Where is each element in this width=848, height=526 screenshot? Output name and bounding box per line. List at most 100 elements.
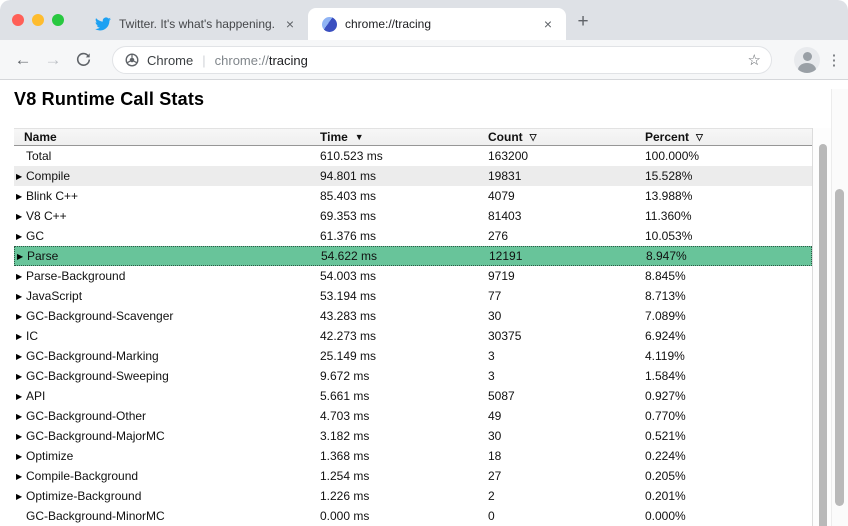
row-count: 18	[488, 449, 645, 463]
row-name: Blink C++	[26, 189, 78, 203]
browser-menu-icon[interactable]: ⋮	[826, 51, 842, 69]
table-row[interactable]: ▶GC-Background-Sweeping9.672 ms31.584%	[14, 366, 812, 386]
table-row[interactable]: ▶Blink C++85.403 ms407913.988%	[14, 186, 812, 206]
row-name: GC	[26, 229, 44, 243]
expand-triangle-icon[interactable]: ▶	[14, 312, 26, 321]
address-bar[interactable]: Chrome | chrome:// tracing ☆	[112, 46, 772, 74]
row-count: 3	[488, 369, 645, 383]
table-row[interactable]: ▶Parse54.622 ms121918.947%	[14, 246, 812, 266]
expand-triangle-icon[interactable]: ▶	[14, 212, 26, 221]
table-row[interactable]: ▶GC-Background-MajorMC3.182 ms300.521%	[14, 426, 812, 446]
expand-triangle-icon[interactable]: ▶	[14, 272, 26, 281]
reload-button[interactable]	[68, 52, 98, 67]
row-percent: 15.528%	[645, 169, 812, 183]
table-scrollbar-thumb[interactable]	[819, 144, 827, 526]
table-row[interactable]: ▶Optimize-Background1.226 ms20.201%	[14, 486, 812, 506]
expand-triangle-icon[interactable]: ▶	[14, 452, 26, 461]
row-time: 1.226 ms	[320, 489, 488, 503]
row-count: 77	[488, 289, 645, 303]
back-button[interactable]: ←	[8, 50, 38, 70]
expand-triangle-icon[interactable]: ▶	[14, 472, 26, 481]
row-name: JavaScript	[26, 289, 82, 303]
expand-triangle-icon[interactable]: ▶	[14, 172, 26, 181]
table-row[interactable]: ▶Compile94.801 ms1983115.528%	[14, 166, 812, 186]
table-row[interactable]: ▶GC-Background-Scavenger43.283 ms307.089…	[14, 306, 812, 326]
row-name: IC	[26, 329, 38, 343]
tracing-favicon	[322, 17, 337, 32]
row-name: Total	[26, 149, 51, 163]
expand-triangle-icon[interactable]: ▶	[14, 292, 26, 301]
table-row[interactable]: ▶V8 C++69.353 ms8140311.360%	[14, 206, 812, 226]
expand-triangle-icon[interactable]: ▶	[14, 232, 26, 241]
row-count: 30	[488, 309, 645, 323]
row-percent: 100.000%	[645, 149, 812, 163]
expand-triangle-icon[interactable]: ▶	[14, 332, 26, 341]
table-row[interactable]: ▶IC42.273 ms303756.924%	[14, 326, 812, 346]
table-row[interactable]: ▶GC61.376 ms27610.053%	[14, 226, 812, 246]
expand-triangle-icon[interactable]: ▶	[15, 252, 27, 261]
expand-triangle-icon[interactable]: ▶	[14, 432, 26, 441]
page-scrollbar-thumb[interactable]	[835, 189, 844, 506]
table-row[interactable]: ▶Optimize1.368 ms180.224%	[14, 446, 812, 466]
row-percent: 10.053%	[645, 229, 812, 243]
expand-triangle-icon[interactable]: ▶	[14, 412, 26, 421]
zoom-window-button[interactable]	[52, 14, 64, 26]
row-percent: 1.584%	[645, 369, 812, 383]
table-row[interactable]: GC-Background-MinorMC0.000 ms00.000%	[14, 506, 812, 526]
bookmark-star-icon[interactable]: ☆	[748, 51, 761, 69]
sort-icon: ▽	[696, 132, 703, 142]
sort-icon: ▽	[530, 132, 537, 142]
row-time: 3.182 ms	[320, 429, 488, 443]
minimize-window-button[interactable]	[32, 14, 44, 26]
table-row[interactable]: ▶GC-Background-Other4.703 ms490.770%	[14, 406, 812, 426]
profile-avatar[interactable]	[794, 47, 820, 73]
table-row[interactable]: ▶API5.661 ms50870.927%	[14, 386, 812, 406]
row-count: 2	[488, 489, 645, 503]
row-count: 27	[488, 469, 645, 483]
table-row[interactable]: ▶JavaScript53.194 ms778.713%	[14, 286, 812, 306]
table-row[interactable]: ▶Compile-Background1.254 ms270.205%	[14, 466, 812, 486]
url-path: tracing	[269, 53, 308, 68]
row-count: 4079	[488, 189, 645, 203]
close-window-button[interactable]	[12, 14, 24, 26]
expand-triangle-icon[interactable]: ▶	[14, 352, 26, 361]
table-row[interactable]: ▶Parse-Background54.003 ms97198.845%	[14, 266, 812, 286]
row-percent: 0.205%	[645, 469, 812, 483]
row-time: 69.353 ms	[320, 209, 488, 223]
column-label: Percent	[645, 130, 689, 144]
row-time: 54.003 ms	[320, 269, 488, 283]
expand-triangle-icon[interactable]: ▶	[14, 492, 26, 501]
tab-twitter[interactable]: Twitter. It's what's happening. ×	[80, 8, 308, 40]
row-name: Compile-Background	[26, 469, 138, 483]
close-tab-icon[interactable]: ×	[282, 16, 298, 32]
expand-triangle-icon[interactable]: ▶	[14, 192, 26, 201]
traffic-lights	[12, 14, 64, 26]
sort-desc-icon: ▼	[355, 132, 364, 142]
row-time: 9.672 ms	[320, 369, 488, 383]
avatar-body	[798, 63, 816, 74]
column-header-time[interactable]: Time ▼	[320, 130, 488, 144]
table-row[interactable]: Total610.523 ms163200100.000%	[14, 146, 812, 166]
column-header-name[interactable]: Name	[14, 130, 320, 144]
expand-triangle-icon[interactable]: ▶	[14, 372, 26, 381]
column-label: Time	[320, 130, 348, 144]
new-tab-button[interactable]: +	[570, 10, 596, 36]
tab-strip: Twitter. It's what's happening. × chrome…	[0, 0, 848, 40]
row-time: 53.194 ms	[320, 289, 488, 303]
row-name: API	[26, 389, 45, 403]
expand-triangle-icon[interactable]: ▶	[14, 392, 26, 401]
forward-button[interactable]: →	[38, 50, 68, 70]
close-tab-icon[interactable]: ×	[540, 16, 556, 32]
row-count: 9719	[488, 269, 645, 283]
tab-tracing[interactable]: chrome://tracing ×	[308, 8, 566, 40]
table-row[interactable]: ▶GC-Background-Marking25.149 ms34.119%	[14, 346, 812, 366]
column-header-percent[interactable]: Percent ▽	[645, 130, 812, 144]
column-header-count[interactable]: Count▽	[488, 130, 645, 144]
row-name: Parse	[27, 249, 58, 263]
avatar-head	[803, 52, 812, 61]
row-count: 12191	[489, 249, 646, 263]
row-percent: 13.988%	[645, 189, 812, 203]
row-count: 30	[488, 429, 645, 443]
row-time: 5.661 ms	[320, 389, 488, 403]
column-label: Name	[24, 130, 57, 144]
